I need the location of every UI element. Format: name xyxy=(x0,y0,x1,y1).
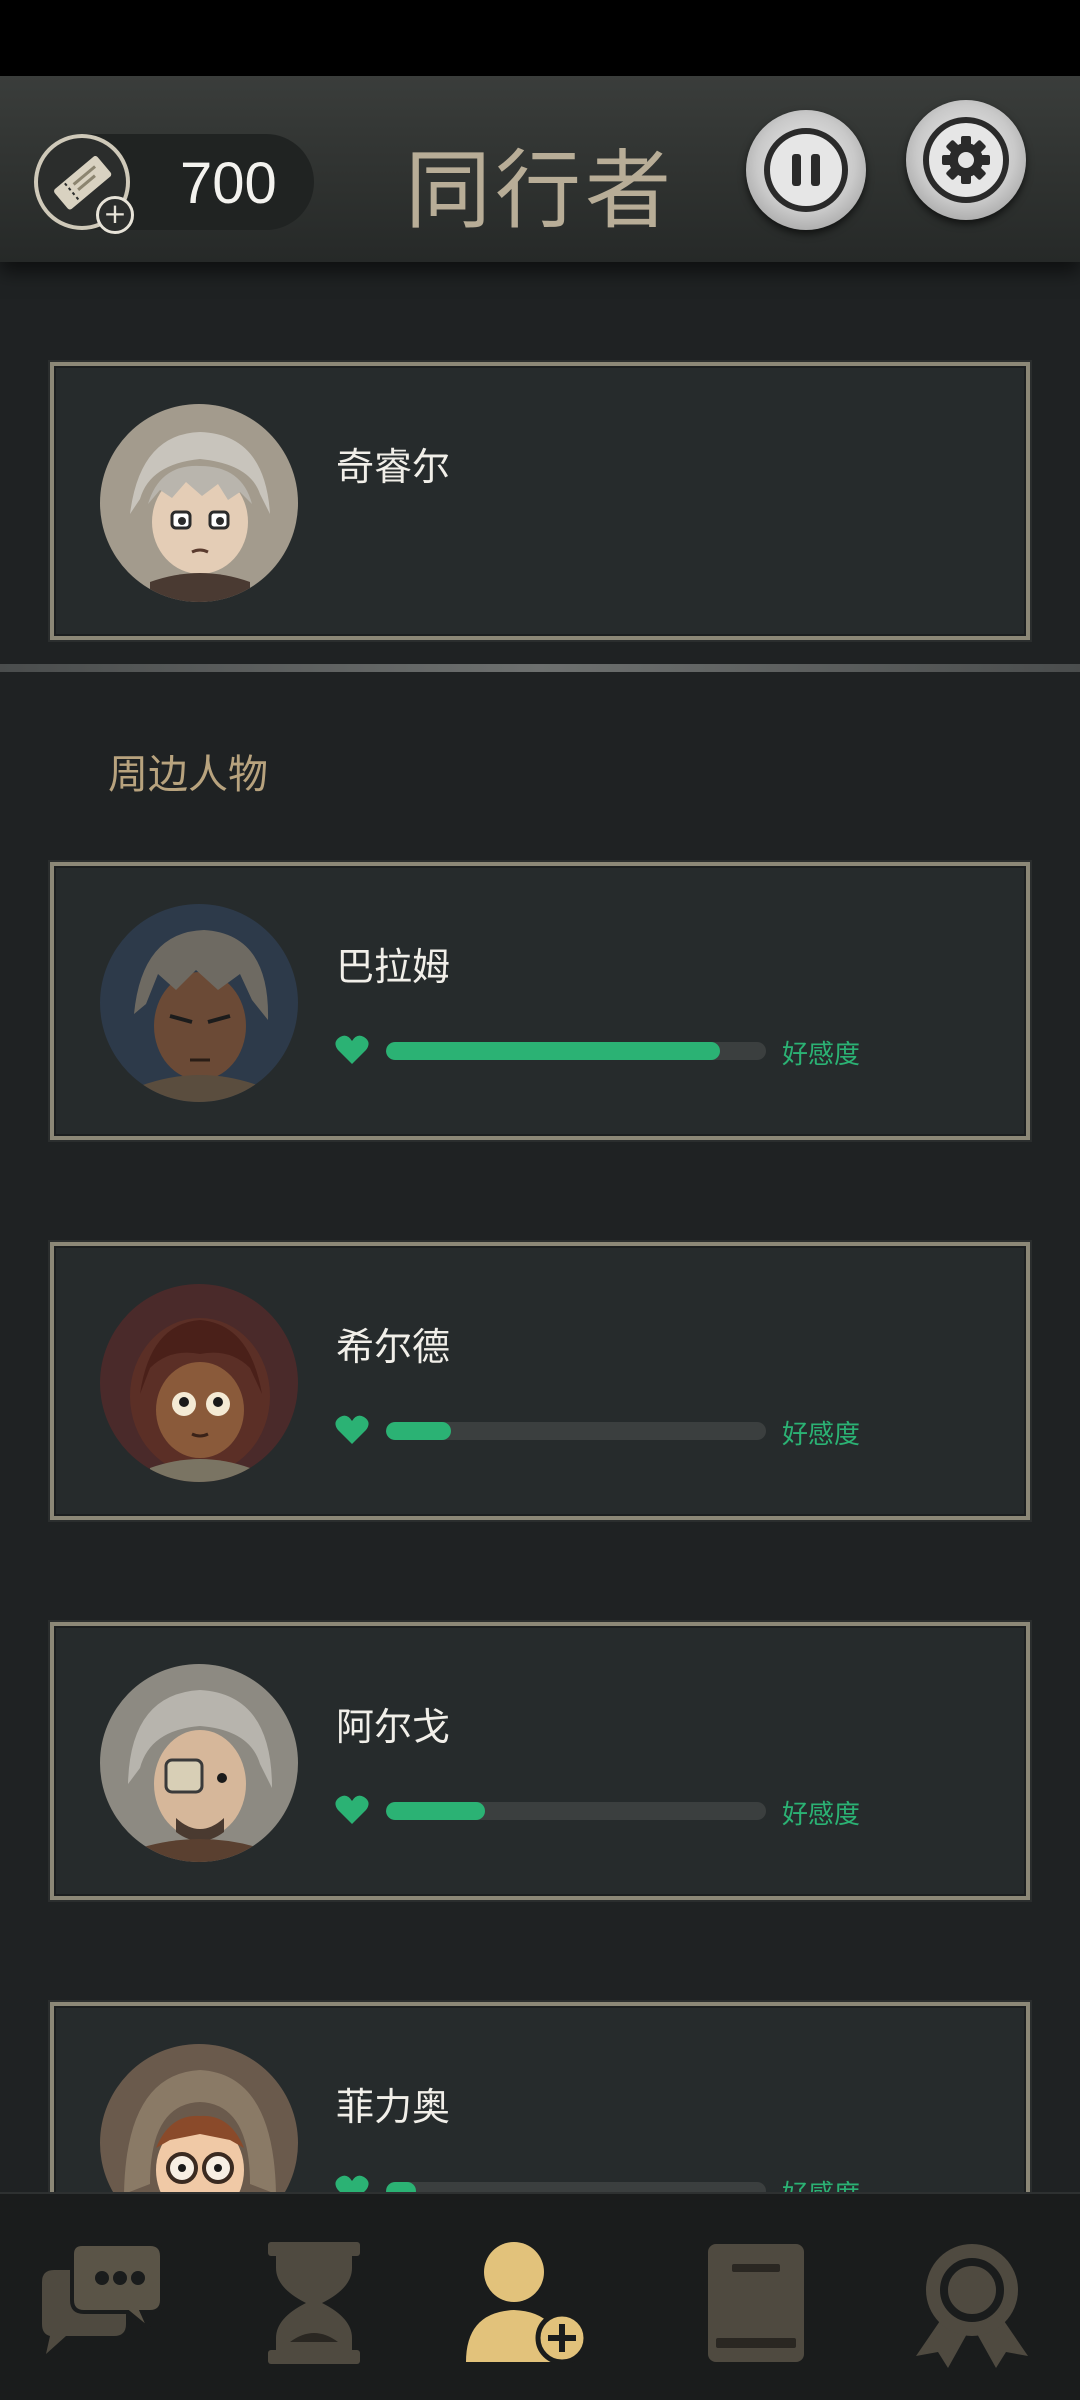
add-person-icon xyxy=(466,2242,589,2365)
heart-icon xyxy=(335,1035,369,1064)
nav-timeline[interactable] xyxy=(244,2238,384,2368)
character-card[interactable]: 希尔德 好感度 xyxy=(50,1242,1030,1520)
affinity-label: 好感度 xyxy=(782,1800,861,1830)
affinity-bar-fill xyxy=(386,1422,451,1440)
companion-name: 奇睿尔 xyxy=(336,445,451,489)
chat-bubbles-icon xyxy=(42,2242,164,2354)
section-divider xyxy=(0,664,1080,672)
character-name: 阿尔戈 xyxy=(336,1705,451,1749)
pause-icon xyxy=(792,154,820,186)
settings-button[interactable] xyxy=(906,100,1026,220)
hourglass-icon xyxy=(268,2242,360,2364)
status-bar xyxy=(0,0,1080,76)
book-icon xyxy=(708,2244,804,2362)
avatar xyxy=(100,904,298,1102)
character-portrait-icon xyxy=(100,1284,298,1482)
affinity-bar-fill xyxy=(386,1042,721,1060)
character-portrait-icon xyxy=(100,404,298,602)
character-name: 菲力奥 xyxy=(336,2085,451,2129)
character-card[interactable]: 阿尔戈 好感度 xyxy=(50,1622,1030,1900)
heart-icon xyxy=(335,1795,369,1824)
character-name: 希尔德 xyxy=(336,1325,451,1369)
affinity-label: 好感度 xyxy=(782,1040,861,1070)
character-portrait-icon xyxy=(100,1664,298,1862)
section-title: 周边人物 xyxy=(108,752,268,798)
avatar xyxy=(100,1284,298,1482)
nav-journal[interactable] xyxy=(686,2238,826,2368)
bottom-nav xyxy=(0,2192,1080,2400)
nav-companions[interactable] xyxy=(458,2238,598,2368)
heart-icon xyxy=(335,1415,369,1444)
nav-chat[interactable] xyxy=(32,2238,172,2368)
affinity-bar xyxy=(386,1042,766,1060)
companion-card[interactable]: 奇睿尔 xyxy=(50,362,1030,640)
affinity-bar xyxy=(386,1802,766,1820)
affinity-label: 好感度 xyxy=(782,1420,861,1450)
avatar xyxy=(100,404,298,602)
affinity-bar xyxy=(386,1422,766,1440)
gear-icon xyxy=(923,117,1009,203)
avatar xyxy=(100,1664,298,1862)
character-portrait-icon xyxy=(100,904,298,1102)
character-name: 巴拉姆 xyxy=(336,945,451,989)
nav-achievements[interactable] xyxy=(902,2238,1042,2368)
affinity-bar-fill xyxy=(386,1802,485,1820)
achievement-badge-icon xyxy=(916,2244,1028,2368)
pause-button[interactable] xyxy=(746,110,866,230)
character-card[interactable]: 巴拉姆 好感度 xyxy=(50,862,1030,1140)
top-bar: + 700 同行者 xyxy=(0,76,1080,262)
